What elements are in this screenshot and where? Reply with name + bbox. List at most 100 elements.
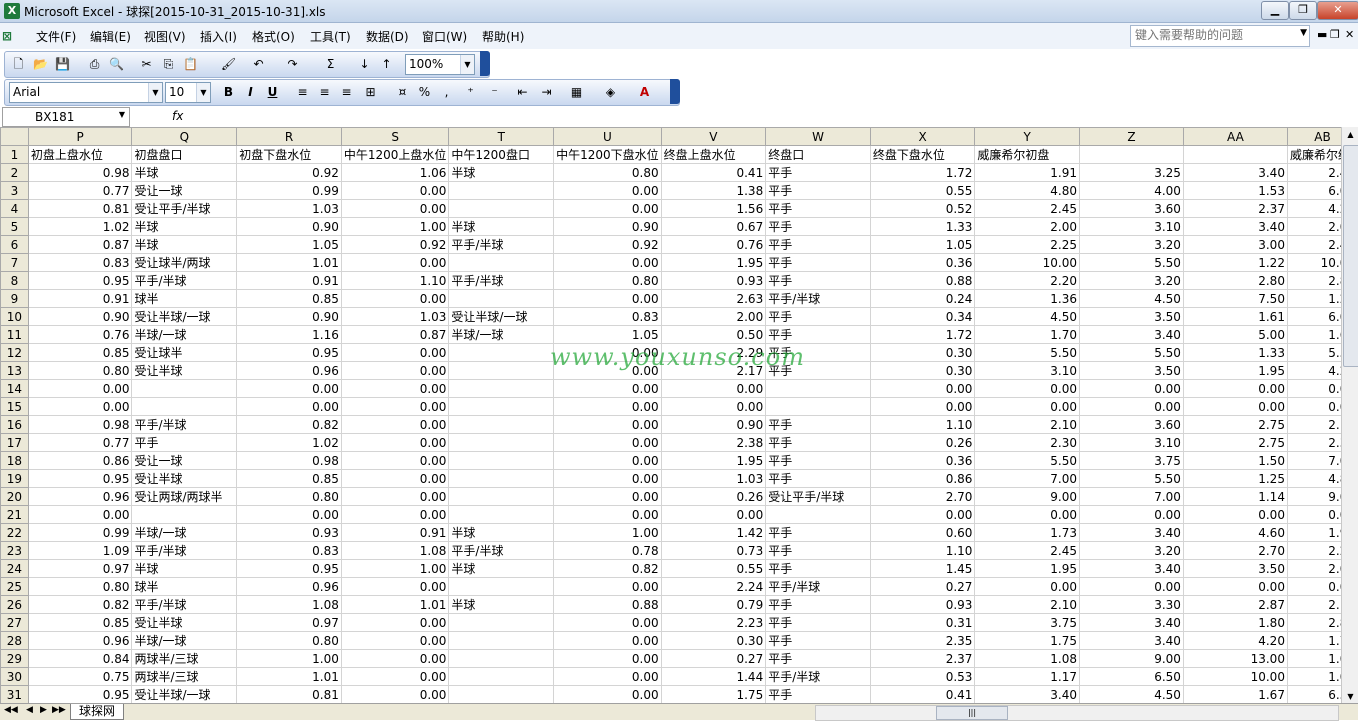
cell[interactable]: 0.00 [974,505,1080,524]
row-header[interactable]: 28 [0,631,29,650]
cell[interactable]: 0.00 [553,397,662,416]
workbook-icon[interactable]: ⊠ [2,26,26,46]
cell[interactable]: 球半 [131,577,238,596]
cell[interactable]: 平手/半球 [448,235,555,254]
cell[interactable]: 3.40 [1079,523,1184,542]
cell[interactable]: 两球半/三球 [131,649,238,668]
cell[interactable]: 0.85 [27,613,133,632]
cell[interactable]: 5.50 [1079,343,1184,362]
cell[interactable]: 2.80 [1182,271,1288,290]
cell[interactable]: 1.05 [553,325,662,344]
cell[interactable] [448,415,555,434]
copy-icon[interactable]: ⎘ [159,55,178,73]
cell[interactable]: 2.10 [974,595,1080,614]
cell[interactable]: 0.80 [236,631,342,650]
cell[interactable]: 3.60 [1079,415,1184,434]
currency-icon[interactable]: ¤ [393,83,412,101]
cell[interactable]: 受让半球/一球 [448,307,555,326]
comma-style-icon[interactable]: , [437,83,456,101]
help-search-box[interactable]: ▼ [1130,25,1310,47]
cell[interactable]: 7.50 [1182,289,1288,308]
cell[interactable]: 4.50 [1079,289,1184,308]
menu-edit[interactable]: 编辑(E) [90,28,131,45]
cell[interactable]: 0.26 [869,433,976,452]
column-header[interactable]: W [765,127,871,146]
cell[interactable]: 1.95 [660,451,767,470]
cell[interactable]: 半球 [448,217,555,236]
cell[interactable]: 3.25 [1079,163,1184,182]
cell[interactable]: 0.00 [553,685,662,704]
decrease-decimal-icon[interactable]: ⁻ [485,83,504,101]
row-header[interactable]: 15 [0,397,29,416]
column-header[interactable]: AA [1182,127,1288,146]
cell[interactable]: 0.27 [660,649,767,668]
cell[interactable]: 9.00 [1079,649,1184,668]
cell[interactable]: 半球/一球 [131,631,238,650]
cell[interactable] [765,505,871,524]
cell[interactable]: 0.00 [553,649,662,668]
cell[interactable]: 2.63 [660,289,767,308]
insert-function-icon[interactable]: fx [172,109,183,123]
cell[interactable]: 平手 [765,343,871,362]
cell[interactable]: 1.36 [974,289,1080,308]
cell[interactable] [448,667,555,686]
row-header[interactable]: 5 [0,217,29,236]
cell[interactable] [448,577,555,596]
cell[interactable]: 半球 [448,559,555,578]
cell[interactable]: 1.75 [660,685,767,704]
cell[interactable]: 3.40 [974,685,1080,704]
cell[interactable]: 0.83 [236,541,342,560]
cell[interactable]: 受让半球 [131,361,238,380]
align-right-icon[interactable]: ≡ [337,83,356,101]
column-header[interactable]: Y [974,127,1080,146]
cell[interactable]: 0.76 [660,235,767,254]
cell[interactable]: 1.14 [1182,487,1288,506]
cell[interactable]: 1.53 [1182,181,1288,200]
menu-help[interactable]: 帮助(H) [482,28,524,45]
row-header[interactable]: 4 [0,199,29,218]
cell[interactable]: 平手 [765,631,871,650]
cell[interactable]: 0.00 [869,397,976,416]
cell[interactable]: 平手 [765,649,871,668]
cell[interactable]: 平手 [765,235,871,254]
chevron-down-icon[interactable]: ▼ [1300,28,1307,38]
cell[interactable]: 0.95 [236,343,342,362]
cell[interactable]: 3.00 [1182,235,1288,254]
cell[interactable]: 0.00 [660,379,767,398]
cell[interactable]: 受让半球 [131,469,238,488]
cell[interactable]: 10.00 [974,253,1080,272]
cell[interactable]: 半球 [131,235,238,254]
cell[interactable] [448,649,555,668]
row-header[interactable]: 11 [0,325,29,344]
cell[interactable]: 1.22 [1182,253,1288,272]
font-select[interactable]: Arial ▼ [9,82,163,103]
row-header[interactable]: 21 [0,505,29,524]
cell[interactable]: 0.80 [553,271,662,290]
cell[interactable]: 平手/半球 [765,577,871,596]
cell[interactable] [448,433,555,452]
cell[interactable] [448,181,555,200]
align-center-icon[interactable]: ≡ [315,83,334,101]
cell[interactable]: 0.36 [869,253,976,272]
cell[interactable]: 半球 [131,217,238,236]
cell[interactable]: 受让半球/一球 [131,307,238,326]
cell[interactable]: 0.00 [236,397,342,416]
cell[interactable]: 7.00 [1079,487,1184,506]
cell[interactable]: 受让球半 [131,343,238,362]
align-left-icon[interactable]: ≡ [293,83,312,101]
cell[interactable]: 0.90 [660,415,767,434]
cell[interactable]: 0.00 [553,451,662,470]
cell[interactable]: 0.00 [340,361,450,380]
cell[interactable]: 1.75 [974,631,1080,650]
cell[interactable]: 初盘上盘水位 [27,145,133,164]
row-header[interactable]: 9 [0,289,29,308]
cell[interactable]: 1.08 [340,541,450,560]
cell[interactable]: 0.86 [869,469,976,488]
percent-icon[interactable]: % [415,83,434,101]
cell[interactable]: 2.29 [660,343,767,362]
next-sheet-icon[interactable]: ▶ [40,705,47,715]
save-icon[interactable]: 💾 [53,55,72,73]
cell[interactable]: 平手 [765,271,871,290]
cell[interactable]: 1.67 [1182,685,1288,704]
column-header[interactable]: R [236,127,342,146]
